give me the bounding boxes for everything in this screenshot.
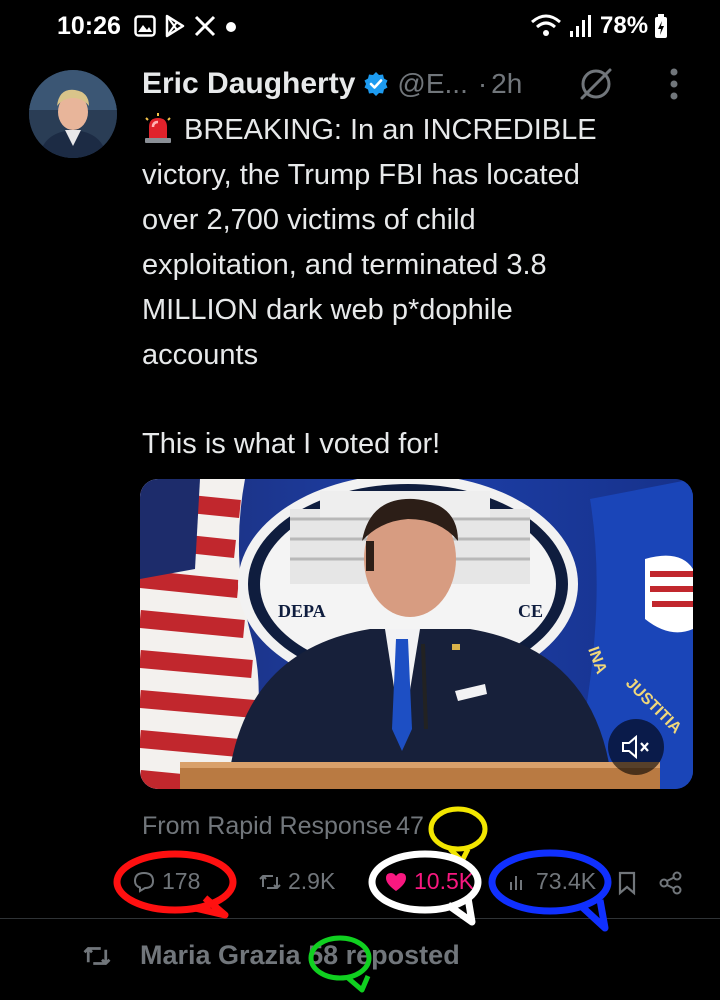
repost-button[interactable]: 2.9K bbox=[258, 868, 335, 895]
tweet-divider bbox=[0, 918, 720, 919]
repost-icon bbox=[259, 874, 281, 889]
bookmark-icon[interactable] bbox=[615, 870, 639, 896]
tweet-text-line-1: victory, the Trump FBI has located bbox=[142, 159, 580, 191]
status-icons-left bbox=[134, 14, 238, 38]
podium-graphic bbox=[180, 762, 660, 789]
tweet-timestamp[interactable]: 2h bbox=[491, 68, 522, 100]
gallery-icon bbox=[134, 15, 156, 37]
repost-count: 2.9K bbox=[288, 868, 336, 894]
views-button[interactable]: 73.4K bbox=[506, 868, 596, 895]
author-handle[interactable]: @E... bbox=[397, 68, 467, 100]
tweet-text-line-0: BREAKING: In an INCREDIBLE bbox=[184, 114, 597, 146]
tweet-text: BREAKING: In an INCREDIBLE victory, the … bbox=[142, 108, 682, 378]
play-store-icon bbox=[165, 14, 185, 38]
seal-text-top: DEPA bbox=[278, 601, 326, 621]
reply-icon bbox=[133, 871, 155, 893]
grok-icon[interactable] bbox=[576, 64, 616, 104]
wifi-icon bbox=[531, 14, 561, 36]
reposter-name: Maria Grazia bbox=[140, 940, 301, 970]
tweet-actions-bar: 178 2.9K 10.5K 73.4K bbox=[0, 860, 720, 908]
signal-icon bbox=[570, 15, 591, 37]
repost-attribution[interactable]: Maria Grazia 58 reposted bbox=[80, 940, 460, 971]
siren-emoji-icon bbox=[145, 113, 171, 143]
reposter-count: 58 bbox=[308, 940, 339, 970]
like-button[interactable]: 10.5K bbox=[384, 868, 474, 895]
more-options-icon[interactable] bbox=[664, 66, 684, 102]
author-avatar[interactable] bbox=[29, 70, 117, 158]
seal-text-right: CE bbox=[518, 601, 543, 621]
tweet-header: Eric Daugherty @E... · 2h bbox=[142, 64, 522, 104]
tweet-text-line-2: over 2,700 victims of child bbox=[142, 204, 476, 236]
header-separator: · bbox=[477, 68, 488, 99]
video-source-attribution[interactable]: From Rapid Response 47 bbox=[142, 812, 424, 841]
yellow-circle-annotation bbox=[428, 806, 488, 864]
like-count: 10.5K bbox=[414, 868, 475, 894]
x-icon bbox=[194, 15, 216, 37]
tweet-text-line-3: exploitation, and terminated 3.8 bbox=[142, 249, 547, 281]
mute-button[interactable] bbox=[608, 719, 664, 775]
tweet-text-line: BREAKING: In an INCREDIBLE bbox=[142, 108, 682, 153]
source-count: 47 bbox=[396, 812, 424, 840]
author-name[interactable]: Eric Daugherty bbox=[142, 67, 355, 101]
share-icon[interactable] bbox=[658, 870, 684, 896]
heart-filled-icon bbox=[386, 872, 406, 891]
reply-count: 178 bbox=[162, 868, 201, 894]
verified-badge-icon bbox=[364, 72, 388, 96]
repost-attribution-icon bbox=[83, 946, 111, 965]
muted-speaker-icon bbox=[622, 734, 649, 760]
views-count: 73.4K bbox=[536, 868, 597, 894]
battery-icon bbox=[655, 14, 668, 38]
battery-percent: 78% bbox=[600, 12, 649, 39]
views-bar-chart-icon bbox=[510, 875, 522, 890]
status-bar: 10:26 78% bbox=[0, 0, 720, 58]
reposted-label: reposted bbox=[345, 940, 460, 970]
status-time: 10:26 bbox=[57, 12, 121, 40]
status-icons-right: 78% bbox=[530, 12, 668, 40]
notification-dot-icon bbox=[226, 22, 236, 32]
tweet-text-line-4: MILLION dark web p*dophile bbox=[142, 294, 513, 326]
source-label: From Rapid Response bbox=[142, 812, 393, 840]
reply-button[interactable]: 178 bbox=[132, 868, 200, 895]
repost-attribution-text: Maria Grazia 58 reposted bbox=[140, 940, 460, 971]
tweet-text-second-paragraph: This is what I voted for! bbox=[142, 428, 441, 460]
tweet-text-line-5: accounts bbox=[142, 339, 259, 371]
